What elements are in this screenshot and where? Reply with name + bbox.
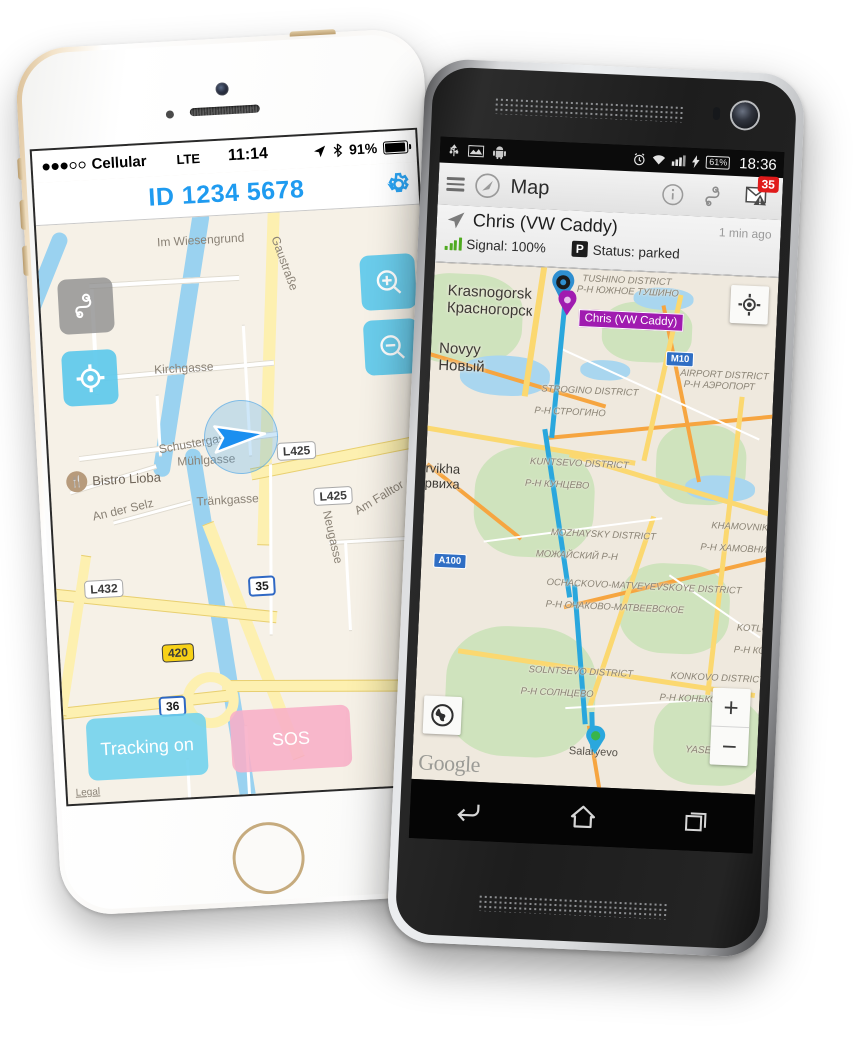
route-shield: L425	[313, 485, 354, 507]
sos-button[interactable]: SOS	[229, 704, 353, 773]
map-district-label-ru: Р-Н СТРОГИНО	[534, 405, 606, 420]
restaurant-icon: 🍴	[65, 470, 88, 493]
home-icon[interactable]	[569, 804, 596, 829]
map-layers-button[interactable]	[422, 695, 463, 736]
screenshot-stage: Cellular LTE 11:14 91% ID 1234 5678 Im W…	[0, 0, 860, 1045]
unread-badge: 35	[757, 176, 780, 193]
tracking-toggle-button[interactable]: Tracking on	[85, 712, 209, 782]
route-shield: L432	[83, 578, 125, 599]
cellular-signal-icon	[42, 160, 86, 171]
ios-map-canvas[interactable]: Im Wiesengrund Gaustraße Kirchgasse Schu…	[35, 204, 452, 805]
route-button[interactable]	[56, 276, 115, 335]
route-icon[interactable]	[703, 184, 727, 208]
route-shield: A100	[433, 552, 467, 570]
device-name: Chris (VW Caddy)	[472, 210, 619, 237]
tracking-button-label: Tracking on	[99, 733, 195, 759]
location-arrow-icon	[313, 145, 326, 157]
android-device: 61% 18:36 Map 35 Chris (VW Caddy) 1 min …	[386, 57, 806, 959]
battery-icon	[382, 139, 409, 155]
usb-icon	[449, 144, 459, 157]
zoom-out-icon	[379, 334, 405, 359]
screenshot-icon	[467, 145, 485, 158]
android-icon	[492, 146, 507, 160]
zoom-out-button[interactable]: −	[709, 726, 749, 766]
poi-bistro-lioba[interactable]: 🍴 Bistro Lioba	[65, 467, 162, 493]
zoom-in-icon	[376, 269, 401, 294]
poi-label: Bistro Lioba	[91, 469, 162, 489]
status-time: 11:14	[227, 145, 269, 165]
signal-label: Signal: 100%	[466, 236, 547, 255]
destination-marker[interactable]	[584, 725, 608, 761]
map-city-label-ru: Красногорск	[446, 299, 533, 320]
street-label: Kirchgasse	[153, 359, 214, 377]
my-location-button[interactable]	[729, 284, 770, 325]
locate-button[interactable]	[61, 348, 119, 407]
navigation-arrow-icon	[447, 212, 465, 228]
status-time: 18:36	[738, 154, 778, 174]
sos-button-label: SOS	[271, 727, 311, 750]
stop-marker[interactable]	[556, 289, 577, 322]
last-update-timestamp: 1 min ago	[718, 224, 772, 242]
route-shield: L425	[276, 440, 317, 462]
info-icon[interactable]	[661, 182, 685, 206]
map-city-label-ru: Новый	[437, 356, 485, 376]
compass-icon	[475, 173, 500, 198]
proximity-sensor	[712, 106, 721, 121]
hamburger-menu-icon[interactable]	[446, 177, 465, 192]
street-label: Tränkgasse	[196, 491, 260, 509]
network-label: LTE	[176, 150, 201, 167]
bluetooth-icon	[333, 143, 343, 158]
crosshair-icon	[76, 363, 105, 392]
map-city-label: Novyy	[438, 339, 482, 359]
android-screen: 61% 18:36 Map 35 Chris (VW Caddy) 1 min …	[408, 136, 785, 854]
page-title: Map	[510, 175, 550, 200]
back-arrow-icon[interactable]	[454, 799, 481, 822]
route-shield: 35	[247, 575, 277, 597]
gear-icon[interactable]	[384, 170, 412, 198]
battery-percent-label: 61%	[705, 155, 731, 170]
street-label: Im Wiesengrund	[156, 230, 245, 250]
legal-link[interactable]: Legal	[75, 786, 100, 798]
messages-button[interactable]: 35	[745, 176, 780, 211]
alarm-icon	[634, 152, 646, 165]
zoom-in-button[interactable]: +	[711, 687, 751, 729]
charging-icon	[692, 154, 701, 168]
map-city-label: Krasnogorsk	[447, 282, 533, 303]
stop-pin-icon	[558, 289, 577, 316]
iphone-screen: Cellular LTE 11:14 91% ID 1234 5678 Im W…	[31, 129, 452, 805]
marker-label[interactable]: Chris (VW Caddy)	[578, 309, 684, 332]
route-icon	[75, 293, 92, 319]
map-district-label-ru: Р-Н АЭРОПОРТ	[683, 378, 755, 394]
android-map-canvas[interactable]: Krasnogorsk Красногорск Novyy Новый Barv…	[411, 262, 779, 795]
wifi-icon	[653, 155, 666, 165]
signal-icon	[672, 155, 687, 167]
globe-icon	[431, 704, 454, 727]
destination-pin-icon	[586, 725, 606, 755]
status-label: Status: parked	[592, 242, 681, 262]
heading-arrow-icon	[213, 425, 267, 454]
signal-bars-icon	[444, 236, 462, 251]
street-label: Neugasse	[319, 509, 346, 565]
carrier-label: Cellular	[91, 152, 147, 173]
device-id-title: ID 1234 5678	[147, 174, 306, 212]
zoom-controls[interactable]: + −	[709, 687, 751, 767]
battery-percent-label: 91%	[348, 139, 378, 158]
google-attribution: Google	[417, 749, 481, 777]
recents-icon[interactable]	[685, 810, 710, 833]
route-shield: M10	[665, 351, 695, 368]
parking-icon: P	[571, 240, 589, 258]
zoom-in-button[interactable]	[359, 253, 418, 312]
street-label: Am Falltor	[351, 477, 406, 518]
my-location-icon	[738, 293, 761, 316]
map-district-label-ru: МОЖАЙСКИЙ Р-Н	[535, 548, 618, 564]
route-shield: 420	[161, 642, 195, 663]
